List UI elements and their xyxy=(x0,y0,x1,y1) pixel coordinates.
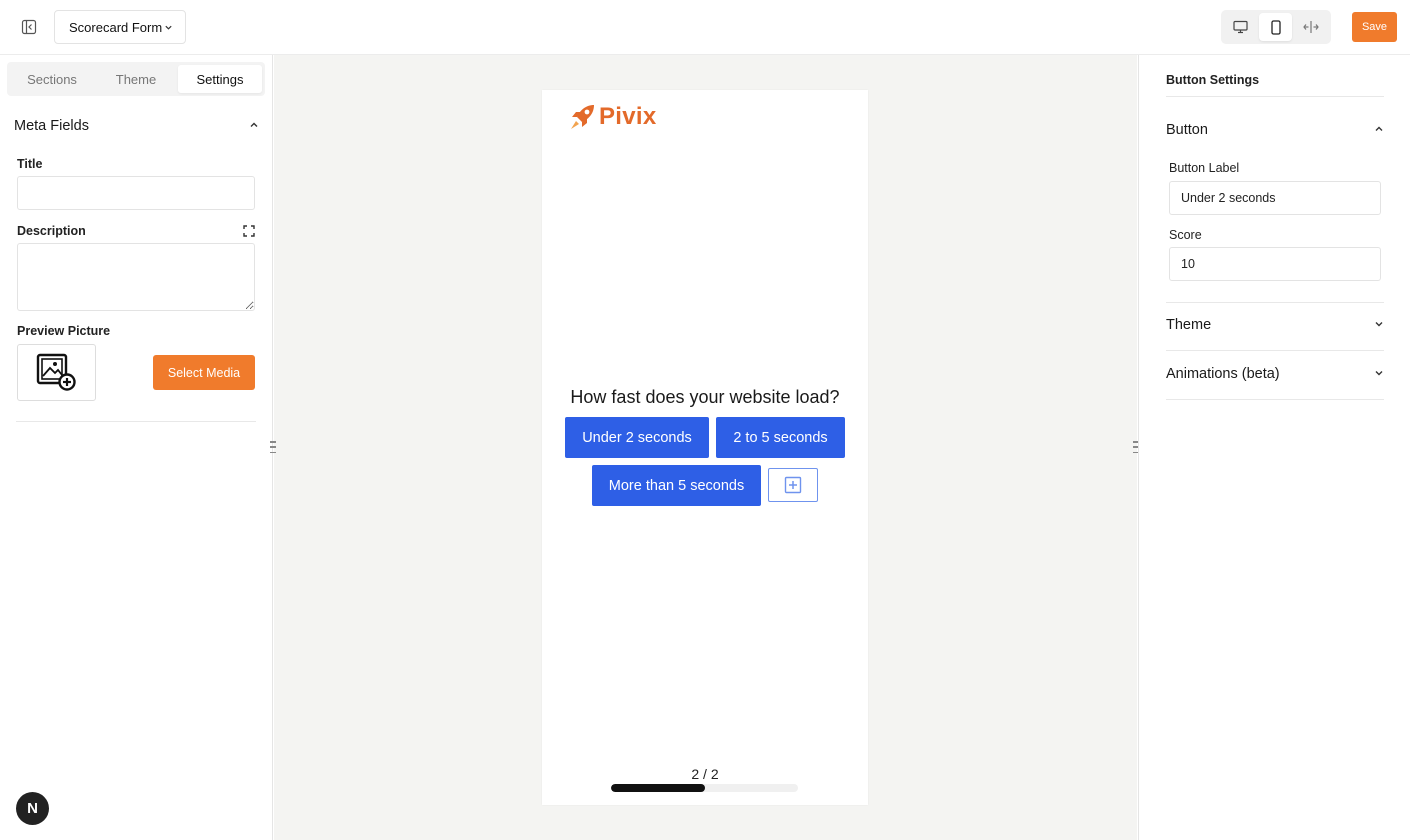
desktop-view-button[interactable] xyxy=(1224,13,1257,41)
animations-section-header[interactable]: Animations (beta) xyxy=(1166,366,1384,382)
theme-section-header[interactable]: Theme xyxy=(1166,317,1384,333)
resize-horizontal-icon xyxy=(1302,21,1319,33)
button-label-label: Button Label xyxy=(1169,161,1240,175)
left-sidebar: Sections Theme Settings Meta Fields Titl… xyxy=(0,55,273,840)
device-switcher xyxy=(1221,10,1331,44)
custom-width-button[interactable] xyxy=(1294,13,1327,41)
form-selector[interactable]: Scorecard Form xyxy=(54,10,186,44)
expand-icon[interactable] xyxy=(243,224,255,237)
phone-icon xyxy=(1270,19,1281,35)
plus-square-icon xyxy=(784,476,802,494)
score-input[interactable] xyxy=(1169,247,1381,281)
answer-button[interactable]: 2 to 5 seconds xyxy=(716,417,845,458)
divider xyxy=(1166,350,1384,351)
chevron-up-icon xyxy=(249,118,259,134)
button-section-title: Button xyxy=(1166,122,1208,138)
preview-picture-label: Preview Picture xyxy=(17,324,111,338)
button-section-header[interactable]: Button xyxy=(1166,122,1384,138)
tab-sections[interactable]: Sections xyxy=(10,65,94,93)
chevron-down-icon xyxy=(1374,366,1384,382)
progress-fill xyxy=(611,784,705,792)
score-label: Score xyxy=(1169,228,1202,242)
right-sidebar: Button Settings Button Button Label Scor… xyxy=(1138,55,1410,840)
add-image-icon xyxy=(36,353,76,391)
add-answer-button[interactable] xyxy=(768,468,818,502)
divider xyxy=(1166,399,1384,400)
answer-button[interactable]: Under 2 seconds xyxy=(565,417,709,458)
title-input[interactable] xyxy=(17,176,255,210)
meta-fields-header[interactable]: Meta Fields xyxy=(14,118,259,134)
panel-title: Button Settings xyxy=(1166,73,1260,87)
answer-button[interactable]: More than 5 seconds xyxy=(592,465,761,506)
description-label: Description xyxy=(17,224,86,238)
preview-canvas: Pivix How fast does your website load? U… xyxy=(270,55,1139,840)
sidebar-tabs: Sections Theme Settings xyxy=(7,62,265,96)
rocket-icon xyxy=(571,105,594,129)
mobile-view-button[interactable] xyxy=(1259,13,1292,41)
divider xyxy=(16,421,256,422)
tab-theme[interactable]: Theme xyxy=(94,65,178,93)
sidebar-toggle-icon[interactable] xyxy=(14,13,44,41)
tab-settings[interactable]: Settings xyxy=(178,65,262,93)
preview-picture-placeholder[interactable] xyxy=(17,344,96,401)
description-textarea[interactable] xyxy=(17,243,255,311)
theme-section-title: Theme xyxy=(1166,317,1212,333)
progress-bar xyxy=(611,784,798,792)
animations-section-title: Animations (beta) xyxy=(1166,366,1280,382)
mobile-preview-frame: Pivix How fast does your website load? U… xyxy=(542,90,868,805)
select-media-button[interactable]: Select Media xyxy=(153,355,255,390)
chevron-down-icon xyxy=(164,23,173,32)
divider xyxy=(1166,96,1384,97)
meta-fields-title: Meta Fields xyxy=(14,118,89,134)
monitor-icon xyxy=(1233,20,1248,34)
page-indicator: 2 / 2 xyxy=(691,766,719,782)
question-title: How fast does your website load? xyxy=(570,387,840,407)
top-bar: Scorecard Form Save xyxy=(0,0,1410,55)
save-button[interactable]: Save xyxy=(1352,12,1397,42)
button-label-input[interactable] xyxy=(1169,181,1381,215)
brand-name: Pivix xyxy=(599,103,657,130)
title-label: Title xyxy=(17,157,43,171)
left-resize-handle[interactable] xyxy=(270,441,276,453)
chevron-down-icon xyxy=(1374,317,1384,333)
divider xyxy=(1166,302,1384,303)
avatar[interactable]: N xyxy=(16,792,49,825)
chevron-up-icon xyxy=(1374,122,1384,138)
form-name: Scorecard Form xyxy=(69,19,163,35)
brand-logo: Pivix xyxy=(568,102,657,132)
